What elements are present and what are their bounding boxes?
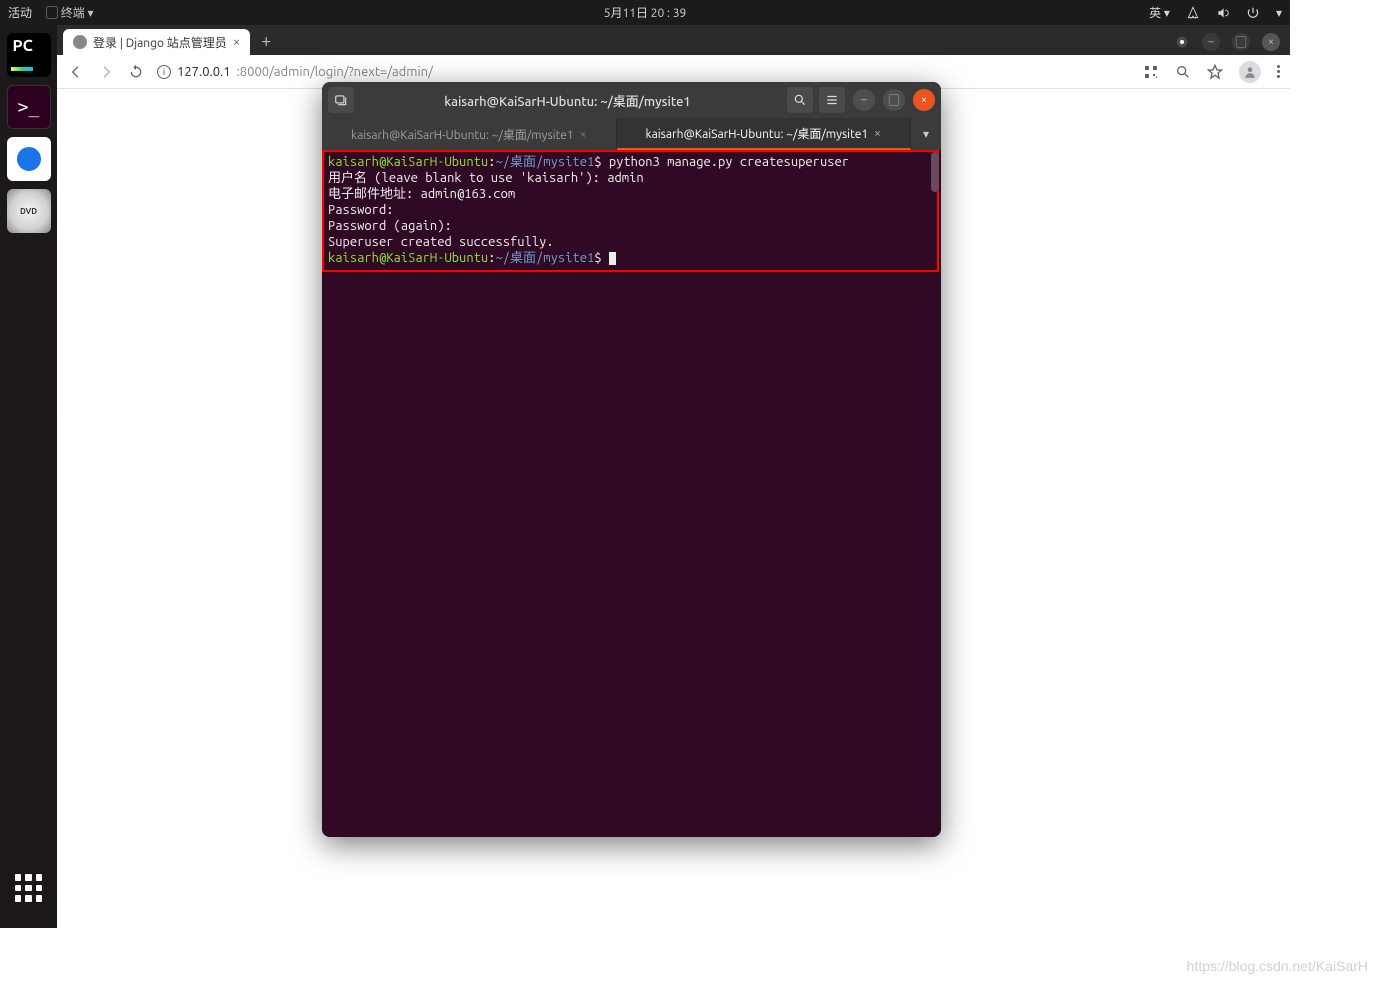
terminal-window: kaisarh@KaiSarH-Ubuntu: ~/桌面/mysite1 – ▢… — [322, 82, 941, 837]
volume-icon[interactable] — [1216, 6, 1230, 20]
active-app-indicator[interactable]: ▢ 终端 ▾ — [46, 4, 94, 21]
terminal-tab[interactable]: kaisarh@KaiSarH-Ubuntu: ~/桌面/mysite1 × — [322, 118, 617, 150]
watermark: https://blog.csdn.net/KaiSarH — [1187, 958, 1368, 974]
terminal-tabs-dropdown[interactable]: ▾ — [911, 118, 941, 150]
tab-title: 登录 | Django 站点管理员 — [93, 34, 227, 51]
terminal-tab-label: kaisarh@KaiSarH-Ubuntu: ~/桌面/mysite1 — [351, 126, 574, 143]
url-path: :8000/admin/login/?next=/admin/ — [237, 65, 433, 79]
window-maximize-button[interactable]: ▢ — [1232, 33, 1250, 51]
terminal-output-line: Password: — [328, 203, 394, 217]
terminal-tab-close-button[interactable]: × — [580, 128, 587, 141]
bookmark-icon[interactable] — [1207, 64, 1223, 80]
terminal-search-button[interactable] — [787, 87, 813, 113]
terminal-output-line: 用户名 (leave blank to use 'kaisarh'): admi… — [328, 171, 644, 185]
browser-tab[interactable]: 登录 | Django 站点管理员 × — [63, 29, 250, 55]
clock[interactable]: 5月11日 20 : 39 — [604, 4, 687, 21]
address-bar[interactable]: i 127.0.0.1 :8000/admin/login/?next=/admi… — [157, 65, 433, 79]
dock: >_ DVD — [0, 25, 57, 928]
forward-button[interactable] — [97, 63, 115, 81]
terminal-header: kaisarh@KaiSarH-Ubuntu: ~/桌面/mysite1 – ▢… — [322, 82, 941, 118]
top-panel: 活动 ▢ 终端 ▾ 5月11日 20 : 39 英 ▾ ▾ — [0, 0, 1290, 25]
url-host: 127.0.0.1 — [177, 65, 231, 79]
incognito-indicator-icon — [1174, 34, 1190, 50]
system-menu-chevron-icon[interactable]: ▾ — [1276, 6, 1282, 20]
terminal-tab-close-button[interactable]: × — [874, 127, 881, 140]
terminal-scrollbar[interactable] — [931, 152, 939, 192]
terminal-maximize-button[interactable]: ▢ — [883, 89, 905, 111]
dock-app-pycharm[interactable] — [7, 33, 51, 77]
terminal-output-line: Password (again): — [328, 219, 452, 233]
new-tab-button[interactable]: + — [254, 29, 278, 53]
terminal-tab[interactable]: kaisarh@KaiSarH-Ubuntu: ~/桌面/mysite1 × — [617, 118, 912, 150]
terminal-body[interactable]: kaisarh@KaiSarH-Ubuntu:~/桌面/mysite1$ pyt… — [322, 150, 941, 837]
ime-indicator[interactable]: 英 ▾ — [1149, 4, 1170, 21]
dock-app-disc[interactable]: DVD — [7, 189, 51, 233]
dock-app-terminal[interactable]: >_ — [7, 85, 51, 129]
annotation-highlight: kaisarh@KaiSarH-Ubuntu:~/桌面/mysite1$ pyt… — [322, 150, 939, 272]
terminal-output-line: Superuser created successfully. — [328, 235, 554, 249]
browser-tabstrip: 登录 | Django 站点管理员 × + – ▢ × — [57, 25, 1290, 55]
terminal-cursor — [609, 252, 616, 265]
network-icon[interactable] — [1186, 6, 1200, 20]
back-button[interactable] — [67, 63, 85, 81]
tab-close-button[interactable]: × — [233, 35, 240, 49]
zoom-icon[interactable] — [1175, 64, 1191, 80]
activities-button[interactable]: 活动 — [8, 4, 32, 21]
terminal-tabstrip: kaisarh@KaiSarH-Ubuntu: ~/桌面/mysite1 × k… — [322, 118, 941, 150]
browser-menu-button[interactable] — [1277, 65, 1280, 78]
dock-show-apps-button[interactable] — [7, 866, 51, 910]
window-close-button[interactable]: × — [1262, 33, 1280, 51]
terminal-minimize-button[interactable]: – — [853, 89, 875, 111]
tab-favicon-icon — [73, 35, 87, 49]
terminal-new-tab-button[interactable] — [328, 87, 354, 113]
terminal-tab-label: kaisarh@KaiSarH-Ubuntu: ~/桌面/mysite1 — [646, 125, 869, 142]
window-minimize-button[interactable]: – — [1202, 33, 1220, 51]
qr-icon[interactable] — [1143, 64, 1159, 80]
profile-avatar[interactable] — [1239, 61, 1261, 83]
terminal-menu-button[interactable] — [819, 87, 845, 113]
terminal-output-line: 电子邮件地址: admin@163.com — [328, 187, 515, 201]
reload-button[interactable] — [127, 63, 145, 81]
terminal-close-button[interactable]: × — [913, 89, 935, 111]
power-icon[interactable] — [1246, 6, 1260, 20]
terminal-title: kaisarh@KaiSarH-Ubuntu: ~/桌面/mysite1 — [354, 91, 781, 110]
dock-app-chrome[interactable] — [7, 137, 51, 181]
site-info-icon[interactable]: i — [157, 65, 171, 79]
terminal-command: python3 manage.py createsuperuser — [609, 155, 849, 169]
